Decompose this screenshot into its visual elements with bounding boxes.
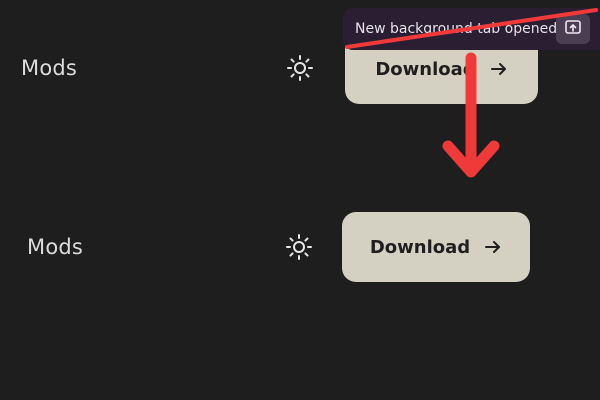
download-button[interactable]: Download xyxy=(342,212,530,282)
open-tab-icon xyxy=(564,18,582,40)
sun-icon[interactable] xyxy=(285,233,313,261)
download-button-label: Download xyxy=(369,236,471,258)
mods-label: Mods xyxy=(27,235,84,259)
toast-notification: New background tab opened! xyxy=(343,8,600,50)
mods-label: Mods xyxy=(21,56,78,80)
toast-message: New background tab opened! xyxy=(355,21,563,37)
mods-row-2: Mods Download xyxy=(0,180,600,320)
toast-action-button[interactable] xyxy=(556,14,590,44)
sun-icon[interactable] xyxy=(286,54,314,82)
arrow-right-icon xyxy=(490,60,508,78)
arrow-right-icon xyxy=(484,238,502,256)
download-button-label: Download xyxy=(375,58,476,80)
